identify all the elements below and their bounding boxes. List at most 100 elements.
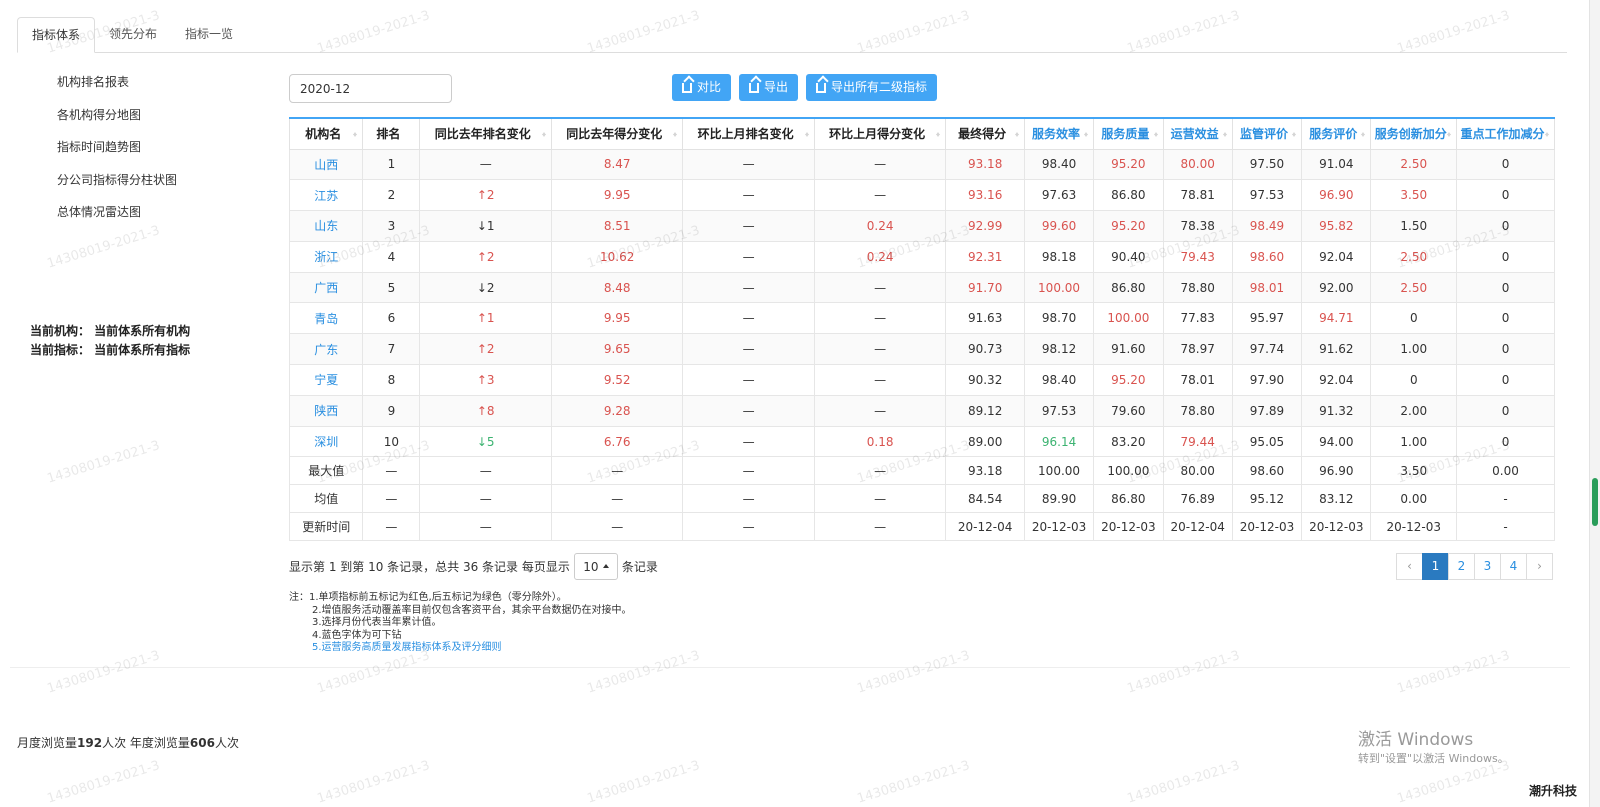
month-picker-input[interactable]: [289, 74, 452, 103]
column-header[interactable]: 服务效率: [1023, 117, 1095, 150]
table-cell: ↓5: [419, 425, 552, 458]
org-name-link[interactable]: 陕西: [288, 394, 364, 427]
column-header[interactable]: 最终得分: [945, 117, 1025, 150]
table-row: 宁夏 8 ↑3 9.52— —90.32 98.40 95.20 78.01 97.90 92.0…: [288, 364, 1555, 396]
table-cell: 20-12-03: [1370, 512, 1458, 542]
side-nav: 机构排名报表 各机构得分地图 指标时间趋势图 分公司指标得分柱状图 总体情况雷达…: [57, 73, 177, 236]
table-cell: 2.50: [1370, 271, 1458, 304]
column-header-label: 同比去年排名变化: [434, 127, 531, 142]
column-header[interactable]: 环比上月得分变化: [813, 117, 947, 150]
page-size-select[interactable]: 10: [573, 553, 618, 580]
column-header[interactable]: 监管评价: [1231, 117, 1303, 150]
scoring-rules-link[interactable]: 5.运营服务高质量发展指标体系及评分细则: [289, 642, 632, 655]
column-header[interactable]: 服务评价: [1301, 117, 1372, 150]
sort-icon[interactable]: [1014, 130, 1020, 139]
table-row: 深圳 10 ↓5 6.76—0.18 89.00 96.14 83.20 79.44 95.05…: [288, 425, 1555, 458]
org-name-link[interactable]: 广东: [288, 333, 364, 366]
table-cell: —: [419, 148, 552, 181]
org-name-link[interactable]: 山西: [288, 148, 364, 181]
tab-leading-distribution[interactable]: 领先分布: [95, 17, 171, 52]
table-cell: 0: [1456, 210, 1555, 242]
prev-page-button[interactable]: ‹: [1396, 553, 1423, 580]
export-all-button[interactable]: 导出所有二级指标: [806, 74, 938, 101]
tab-indicator-system[interactable]: 指标体系: [17, 17, 96, 53]
sort-icon[interactable]: [673, 130, 678, 139]
note-2: 2.增值服务活动覆盖率目前仅包含客资平台，其余平台数据仍在对接中。: [312, 604, 632, 616]
sidebar-item-ranking-report[interactable]: 机构排名报表: [57, 73, 177, 106]
column-header-label: 服务质量: [1101, 127, 1150, 142]
table-cell: 83.20: [1093, 425, 1164, 458]
org-name-link[interactable]: 广西: [288, 271, 364, 304]
current-indicator-label: 当前指标： 当前体系所有指标: [30, 343, 191, 357]
page-1-button[interactable]: 1: [1422, 553, 1449, 580]
table-cell: —: [419, 456, 552, 486]
sort-icon[interactable]: [804, 130, 810, 139]
table-cell: 0: [1456, 271, 1555, 304]
column-header[interactable]: 服务质量: [1093, 117, 1164, 150]
table-cell: 80.00: [1162, 148, 1233, 181]
sidebar-item-bar-chart[interactable]: 分公司指标得分柱状图: [57, 171, 177, 204]
table-cell: —: [813, 394, 947, 427]
org-name-link[interactable]: 山东: [288, 210, 364, 242]
org-name-link[interactable]: 深圳: [288, 425, 364, 458]
page-3-button[interactable]: 3: [1474, 553, 1501, 580]
table-cell: —: [813, 364, 947, 396]
sort-icon[interactable]: [541, 130, 547, 139]
table-cell: —: [813, 512, 947, 542]
table-cell: 100.00: [1023, 456, 1095, 486]
column-header[interactable]: 同比去年得分变化: [550, 117, 684, 150]
column-header-label: 机构名: [305, 127, 342, 142]
table-cell: —: [682, 425, 815, 458]
org-name-link[interactable]: 宁夏: [288, 364, 364, 396]
sort-icon[interactable]: [1545, 130, 1550, 139]
divider: [10, 667, 1570, 668]
sort-icon[interactable]: [353, 130, 358, 139]
sidebar-item-score-map[interactable]: 各机构得分地图: [57, 106, 177, 139]
table-cell: 92.04: [1301, 240, 1372, 273]
table-cell: —: [682, 148, 815, 181]
column-header[interactable]: 排名: [362, 117, 421, 150]
compare-button[interactable]: 对比: [672, 74, 732, 101]
sort-icon[interactable]: [1153, 130, 1159, 139]
column-header[interactable]: 运营效益: [1162, 117, 1233, 150]
table-cell: 97.89: [1231, 394, 1303, 427]
table-cell: —: [813, 148, 947, 181]
table-cell: —: [682, 394, 815, 427]
export-icon: [749, 82, 759, 93]
pagination-info-suffix: 条记录: [621, 560, 658, 574]
page-4-button[interactable]: 4: [1500, 553, 1527, 580]
sort-icon[interactable]: [1292, 130, 1297, 139]
sidebar-item-time-trend[interactable]: 指标时间趋势图: [57, 138, 177, 171]
next-page-button[interactable]: ›: [1526, 553, 1553, 580]
vertical-scrollbar[interactable]: [1589, 0, 1600, 807]
table-cell: 20-12-04: [1162, 512, 1233, 542]
scrollbar-thumb[interactable]: [1592, 478, 1598, 526]
column-header[interactable]: 重点工作加减分: [1456, 117, 1555, 150]
column-header[interactable]: 同比去年排名变化: [419, 117, 552, 150]
column-header[interactable]: 环比上月排名变化: [682, 117, 815, 150]
export-button[interactable]: 导出: [739, 74, 799, 101]
table-cell: 98.60: [1231, 240, 1303, 273]
tab-indicator-overview[interactable]: 指标一览: [171, 17, 247, 52]
sidebar-item-radar-chart[interactable]: 总体情况雷达图: [57, 203, 177, 236]
export-button-label: 导出: [764, 80, 789, 94]
sort-icon[interactable]: [1222, 130, 1228, 139]
page-2-button[interactable]: 2: [1448, 553, 1475, 580]
org-name-link[interactable]: 浙江: [288, 240, 364, 273]
sort-icon[interactable]: [1084, 130, 1089, 139]
watermark-text: 14308019-2021-3: [855, 758, 972, 807]
activation-title: 激活 Windows: [1358, 730, 1474, 750]
table-cell: 93.16: [945, 179, 1025, 212]
column-header[interactable]: 机构名: [288, 117, 364, 150]
table-cell: 91.63: [945, 302, 1025, 335]
sort-icon[interactable]: [1361, 130, 1366, 139]
sort-icon[interactable]: [1447, 130, 1452, 139]
org-name-link[interactable]: 江苏: [288, 179, 364, 212]
table-cell: —: [682, 484, 815, 514]
org-name-link[interactable]: 青岛: [288, 302, 364, 335]
sort-icon[interactable]: [936, 130, 941, 139]
summary-row: 更新时间 — — — — —20-12-04 20-12-03 20-12-03 20-12-0…: [288, 512, 1555, 542]
column-header[interactable]: 服务创新加分: [1370, 117, 1458, 150]
ranking-table: 机构名 排名 同比去年排名变化 同比去年得分变化 环比上月排名变化 环比上月得分变化 最终得…: [288, 117, 1555, 542]
table-cell: 8.51: [550, 210, 684, 242]
